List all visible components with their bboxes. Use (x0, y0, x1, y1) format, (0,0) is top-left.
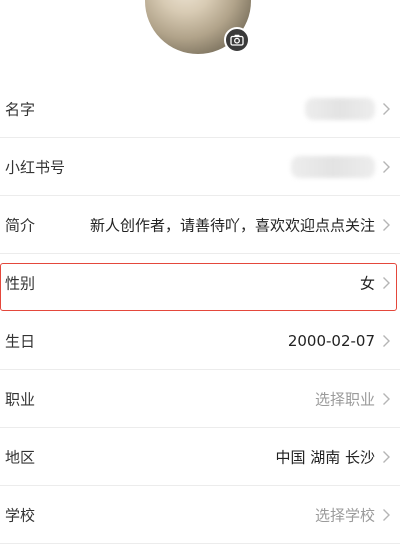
row-xhs-id[interactable]: 小红书号 (0, 138, 400, 196)
gender-value: 女 (359, 274, 375, 292)
occupation-placeholder: 选择职业 (314, 390, 375, 408)
field-label-school: 学校 (5, 506, 36, 524)
field-label-name: 名字 (5, 100, 36, 118)
profile-field-list: 名字 小红书号 简介 新人创作者，请善待吖，喜欢欢迎点点关注 性别 女 生日 2… (0, 80, 400, 544)
bio-value: 新人创作者，请善待吖，喜欢欢迎点点关注 (89, 216, 375, 234)
chevron-right-icon (383, 218, 390, 231)
row-name[interactable]: 名字 (0, 80, 400, 138)
field-label-xhs-id: 小红书号 (5, 158, 66, 176)
profile-avatar-area[interactable] (145, 0, 251, 54)
name-value-redacted (305, 97, 375, 120)
field-label-occupation: 职业 (5, 390, 36, 408)
row-school[interactable]: 学校 选择学校 (0, 486, 400, 544)
field-label-bio: 简介 (5, 216, 36, 234)
row-birthday[interactable]: 生日 2000-02-07 (0, 312, 400, 370)
region-value: 中国 湖南 长沙 (275, 448, 375, 466)
chevron-right-icon (383, 160, 390, 173)
field-label-birthday: 生日 (5, 332, 36, 350)
field-label-region: 地区 (5, 448, 36, 466)
row-bio[interactable]: 简介 新人创作者，请善待吖，喜欢欢迎点点关注 (0, 196, 400, 254)
birthday-value: 2000-02-07 (287, 331, 375, 350)
chevron-right-icon (383, 392, 390, 405)
chevron-right-icon (383, 450, 390, 463)
row-gender[interactable]: 性别 女 (0, 254, 400, 312)
chevron-right-icon (383, 508, 390, 521)
chevron-right-icon (383, 334, 390, 347)
camera-icon[interactable] (224, 27, 250, 53)
chevron-right-icon (383, 102, 390, 115)
chevron-right-icon (383, 276, 390, 289)
xhs-id-value-redacted (291, 155, 375, 178)
row-occupation[interactable]: 职业 选择职业 (0, 370, 400, 428)
school-placeholder: 选择学校 (314, 506, 375, 524)
row-region[interactable]: 地区 中国 湖南 长沙 (0, 428, 400, 486)
field-label-gender: 性别 (5, 274, 36, 292)
